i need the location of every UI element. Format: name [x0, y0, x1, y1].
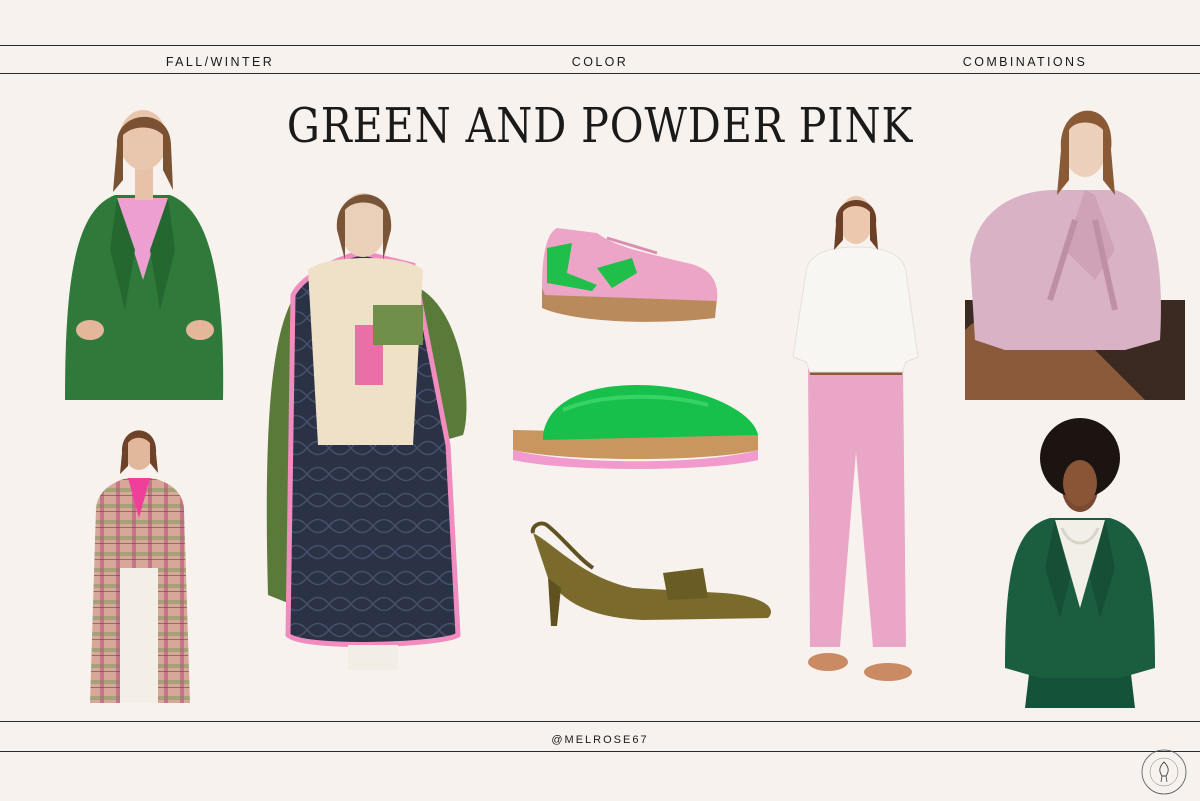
bottom-rule-lower [0, 751, 1200, 752]
header-center-label: COLOR [571, 55, 629, 69]
page-title: GREEN AND POWDER PINK [286, 98, 914, 154]
top-rule-lower [0, 73, 1200, 74]
header-left-label: FALL/WINTER [165, 55, 275, 69]
header-right-label: COMBINATIONS [962, 55, 1088, 69]
green-blazer-look-image [55, 100, 230, 400]
bottom-rule-upper [0, 721, 1200, 722]
brand-badge-logo [1140, 748, 1188, 796]
plaid-coat-look-image [78, 418, 200, 703]
green-clog-image [508, 380, 763, 470]
footer-handle: @MELROSE67 [551, 734, 649, 746]
pink-trousers-look-image [788, 192, 923, 687]
green-velvet-suit-look-image [1000, 418, 1160, 708]
pink-bow-blouse-look-image [965, 100, 1185, 400]
top-rule-upper [0, 45, 1200, 46]
quilted-vest-look-image [263, 175, 473, 670]
pink-sneaker-image [537, 213, 722, 333]
olive-kitten-heel-image [523, 518, 778, 628]
